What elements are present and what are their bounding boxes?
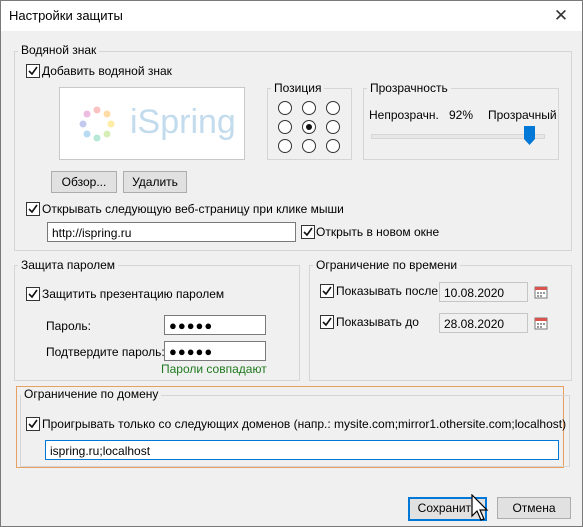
checkmark-icon — [28, 419, 38, 429]
checkmark-icon — [322, 317, 332, 327]
confirm-password-label: Подтвердите пароль: — [46, 345, 165, 359]
password-input[interactable]: ●●●●● — [164, 315, 266, 335]
new-window-label: Открыть в новом окне — [316, 225, 440, 239]
protection-settings-dialog: Настройки защиты ✕ Водяной знак Добавить… — [0, 0, 583, 527]
ispring-logo-icon — [79, 106, 115, 142]
transparency-group-label: Прозрачность — [367, 81, 451, 95]
transparency-group — [363, 88, 559, 160]
title-bar: Настройки защиты ✕ — [1, 1, 582, 31]
position-radio-5[interactable] — [326, 120, 340, 134]
show-until-checkbox[interactable] — [320, 315, 334, 329]
watermark-group-label: Водяной знак — [18, 43, 100, 57]
open-url-label: Открывать следующую веб-страницу при кли… — [42, 202, 344, 216]
calendar-icon[interactable] — [534, 316, 548, 330]
browse-button[interactable]: Обзор... — [51, 171, 117, 193]
calendar-icon[interactable] — [534, 285, 548, 299]
open-url-checkbox[interactable] — [26, 202, 40, 216]
confirm-password-input[interactable]: ●●●●● — [164, 341, 266, 361]
checkmark-icon — [303, 227, 313, 237]
checkmark-icon — [322, 286, 332, 296]
opaque-label: Непрозрачн. — [369, 108, 439, 122]
new-window-checkbox[interactable] — [301, 225, 315, 239]
add-watermark-checkbox[interactable] — [26, 64, 40, 78]
checkmark-icon — [28, 66, 38, 76]
protect-password-label: Защитить презентацию паролем — [42, 287, 225, 301]
position-group-label: Позиция — [271, 81, 325, 95]
url-input[interactable]: http://ispring.ru — [47, 222, 296, 242]
only-domains-label: Проигрывать только со следующих доменов … — [42, 417, 567, 431]
show-after-checkbox[interactable] — [320, 284, 334, 298]
only-domains-checkbox[interactable] — [26, 417, 40, 431]
preview-logo-text: iSpring — [130, 103, 236, 141]
show-until-date-input[interactable]: 28.08.2020 — [439, 313, 528, 333]
passwords-match-text: Пароли совпадают — [161, 362, 267, 376]
domain-restriction-group-label: Ограничение по домену — [21, 387, 162, 401]
position-radio-3[interactable] — [278, 120, 292, 134]
show-until-label: Показывать до — [336, 315, 419, 329]
watermark-preview: iSpring — [59, 87, 245, 160]
transparency-slider-thumb[interactable] — [524, 126, 536, 146]
position-radio-0[interactable] — [278, 101, 292, 115]
show-after-label: Показывать после — [336, 284, 439, 298]
password-mask: ●●●●● — [169, 318, 214, 333]
confirm-password-mask: ●●●●● — [169, 344, 214, 359]
protect-password-checkbox[interactable] — [26, 287, 40, 301]
position-radio-8[interactable] — [326, 139, 340, 153]
position-radio-6[interactable] — [278, 139, 292, 153]
delete-button[interactable]: Удалить — [123, 171, 187, 193]
add-watermark-label: Добавить водяной знак — [42, 64, 172, 78]
transparent-label: Прозрачный — [488, 108, 557, 122]
checkmark-icon — [28, 289, 38, 299]
time-restriction-group-label: Ограничение по времени — [313, 258, 461, 272]
domains-input[interactable]: ispring.ru;localhost — [45, 440, 559, 460]
password-group-label: Защита паролем — [18, 258, 119, 272]
show-after-date-input[interactable]: 10.08.2020 — [439, 282, 528, 302]
checkmark-icon — [28, 204, 38, 214]
position-radio-2[interactable] — [326, 101, 340, 115]
position-radio-7[interactable] — [302, 139, 316, 153]
position-radio-1[interactable] — [302, 101, 316, 115]
mouse-cursor-icon — [471, 494, 489, 521]
close-icon[interactable]: ✕ — [549, 5, 573, 27]
transparency-value: 92% — [449, 108, 474, 122]
password-label: Пароль: — [46, 319, 91, 333]
transparency-slider-track[interactable] — [371, 134, 545, 139]
position-radio-4[interactable] — [302, 120, 316, 134]
dialog-title: Настройки защиты — [9, 8, 123, 23]
cancel-button[interactable]: Отмена — [497, 497, 571, 519]
